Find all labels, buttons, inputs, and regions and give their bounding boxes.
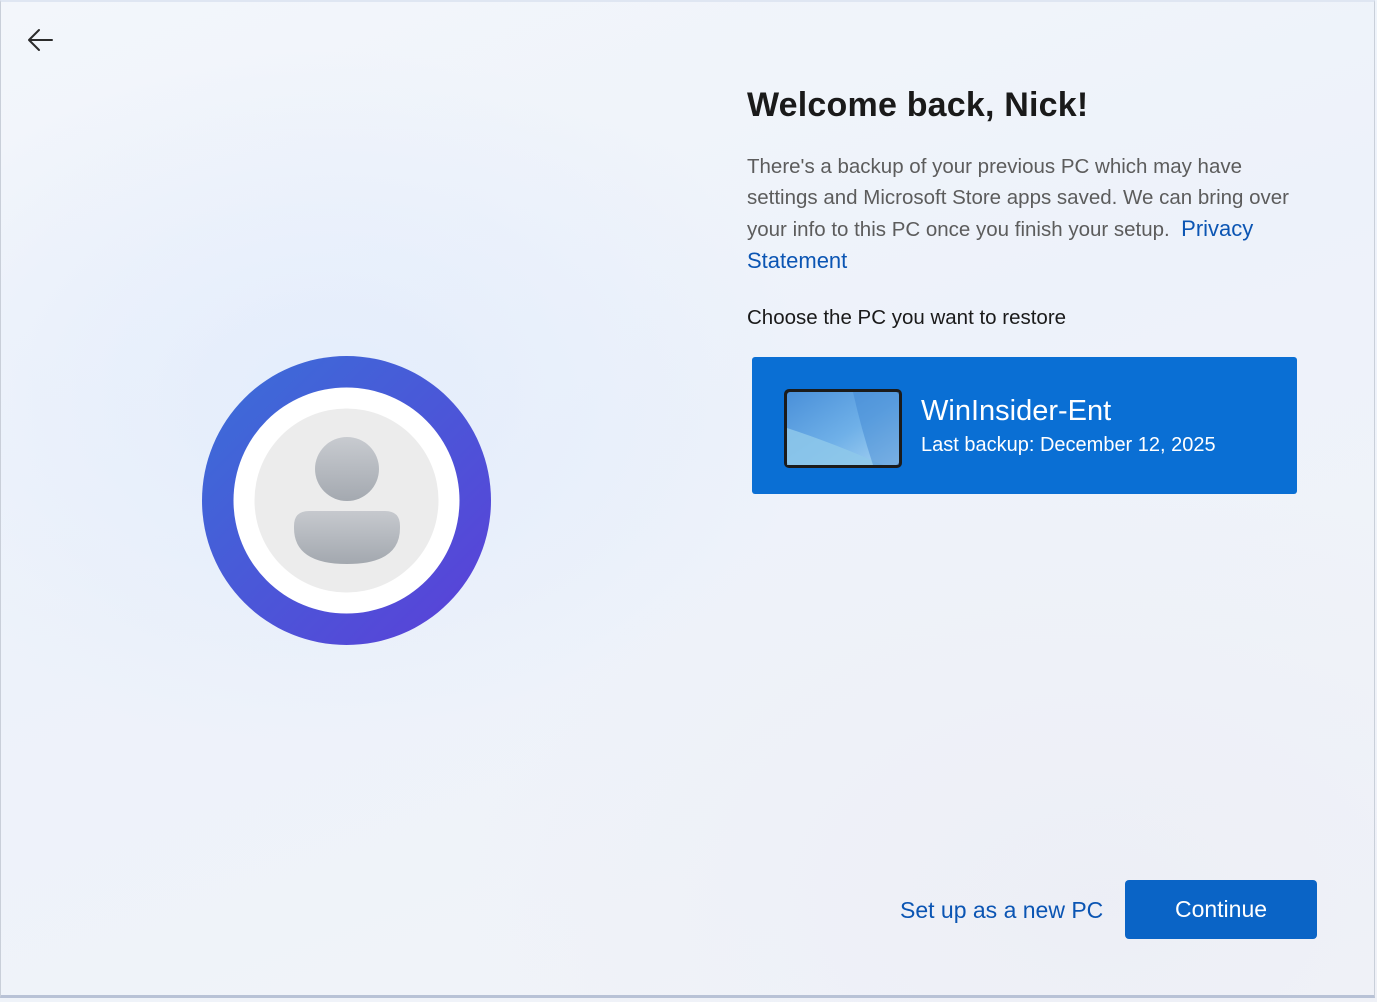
back-button[interactable] xyxy=(20,22,60,62)
pc-name: WinInsider-Ent xyxy=(921,395,1112,427)
choose-pc-label: Choose the PC you want to restore xyxy=(747,306,1067,329)
laptop-thumbnail-icon xyxy=(783,388,903,469)
continue-button[interactable]: Continue xyxy=(1125,880,1317,939)
page-title: Welcome back, Nick! xyxy=(747,86,1089,124)
user-avatar-icon xyxy=(202,356,491,645)
backup-description: There's a backup of your previous PC whi… xyxy=(747,151,1307,277)
arrow-left-icon xyxy=(24,24,56,61)
setup-as-new-pc-link[interactable]: Set up as a new PC xyxy=(900,897,1103,924)
pc-backup-card[interactable]: WinInsider-Ent Last backup: December 12,… xyxy=(752,357,1297,494)
pc-last-backup: Last backup: December 12, 2025 xyxy=(921,434,1216,456)
welcome-content: Welcome back, Nick! There's a backup of … xyxy=(747,86,1307,277)
